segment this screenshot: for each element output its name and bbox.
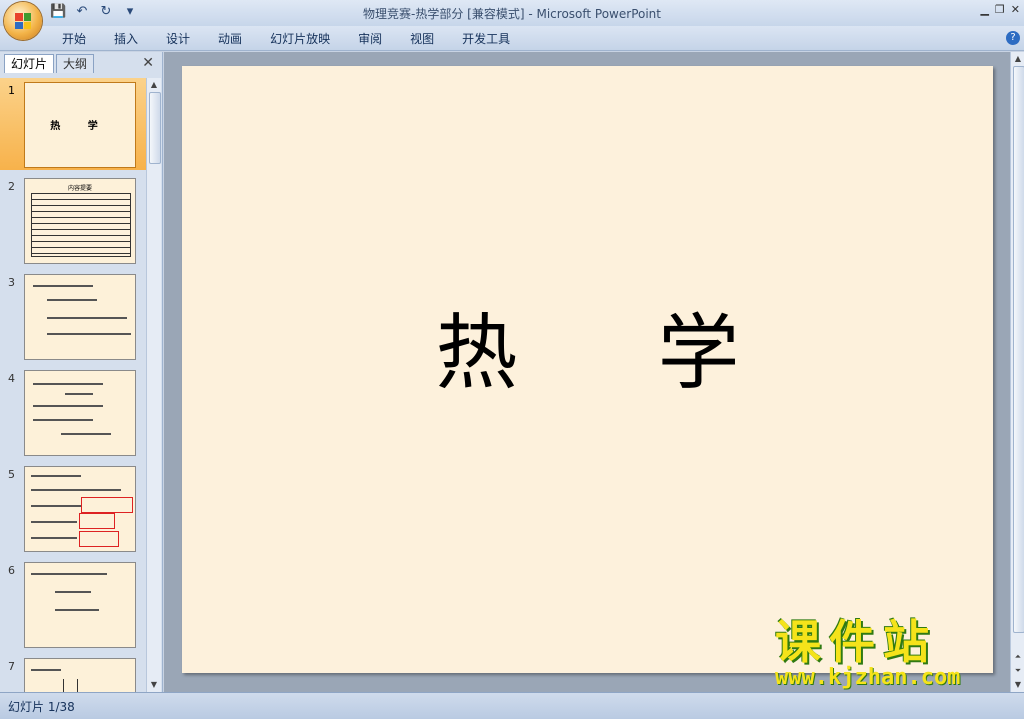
- tab-slides[interactable]: 幻灯片: [4, 54, 55, 73]
- thumbnail-red-box: [79, 513, 115, 529]
- scrollbar-thumb[interactable]: [1013, 66, 1024, 633]
- slide-number: 3: [8, 276, 15, 289]
- slide-counter: 幻灯片 1/38: [8, 700, 75, 714]
- watermark-logo: 课件站 www.kjzhan.com: [775, 618, 1015, 692]
- watermark-url: www.kjzhan.com: [775, 665, 961, 690]
- status-bar: 幻灯片 1/38: [0, 692, 1024, 719]
- tab-review[interactable]: 审阅: [344, 30, 396, 48]
- thumbnail-text-line: [55, 591, 91, 593]
- slide-title[interactable]: 热学: [182, 286, 993, 405]
- slide-thumbnail-4[interactable]: 4: [0, 366, 146, 458]
- thumbnail-text-line: [47, 317, 127, 319]
- slide-number: 7: [8, 660, 15, 673]
- thumbnail-text-line: [55, 609, 99, 611]
- thumbnail-text-line: [31, 573, 107, 575]
- slide-number: 6: [8, 564, 15, 577]
- slide-thumbnail-2[interactable]: 2 内容提要: [0, 174, 146, 266]
- thumbnail-mark: [63, 679, 64, 692]
- thumbnail-text-line: [33, 419, 93, 421]
- thumbnail-text-line: [33, 285, 93, 287]
- tab-developer[interactable]: 开发工具: [448, 30, 524, 48]
- minimize-icon[interactable]: ▁: [980, 3, 988, 16]
- tab-design[interactable]: 设计: [152, 30, 204, 48]
- thumbnail-preview: [24, 658, 136, 692]
- title-bar: 💾 ↶ ↻ ▾ 物理竞赛-热学部分 [兼容模式] - Microsoft Pow…: [0, 0, 1024, 26]
- thumbnail-text-line: [31, 537, 77, 539]
- tab-outline[interactable]: 大纲: [56, 54, 95, 73]
- help-icon[interactable]: ?: [1006, 31, 1020, 45]
- thumbnail-text-line: [31, 489, 121, 491]
- thumbnail-table: [31, 193, 131, 257]
- thumbnail-title: 热 学: [50, 121, 110, 132]
- slide-number: 5: [8, 468, 15, 481]
- thumbnail-title: 内容提要: [67, 185, 92, 192]
- scroll-up-icon[interactable]: ▲: [1013, 54, 1023, 64]
- slide-thumbnail-7[interactable]: 7: [0, 654, 146, 692]
- thumbnail-preview: [24, 562, 136, 648]
- thumbnail-text-line: [61, 433, 111, 435]
- slide-editor: 热学: [164, 52, 1010, 692]
- thumbnail-mark: [77, 679, 78, 692]
- thumbnail-preview: [24, 274, 136, 360]
- ribbon-tabs: 开始 插入 设计 动画 幻灯片放映 审阅 视图 开发工具: [48, 30, 524, 48]
- slide-thumbnail-6[interactable]: 6: [0, 558, 146, 650]
- thumbnail-text-line: [47, 333, 131, 335]
- scroll-up-icon[interactable]: ▲: [149, 80, 159, 90]
- office-logo-icon: [15, 13, 31, 29]
- thumbnail-text-line: [31, 475, 81, 477]
- close-icon[interactable]: ✕: [1011, 3, 1020, 16]
- thumbnail-text-line: [33, 405, 103, 407]
- slides-pane: 幻灯片 大纲 ✕ 1 热 学 2 内容提要 3 4 5 6 7 ▲ ▼: [0, 52, 163, 692]
- tab-insert[interactable]: 插入: [100, 30, 152, 48]
- thumbnail-text-line: [31, 669, 61, 671]
- tab-home[interactable]: 开始: [48, 30, 100, 48]
- scroll-down-icon[interactable]: ▼: [149, 680, 159, 690]
- slide-number: 1: [8, 84, 15, 97]
- thumbnail-text-line: [65, 393, 93, 395]
- thumbnail-preview: 内容提要: [24, 178, 136, 264]
- thumbnail-red-box: [81, 497, 133, 513]
- watermark-text: 课件站: [775, 615, 937, 669]
- restore-icon[interactable]: ❐: [995, 3, 1005, 16]
- slide-canvas[interactable]: 热学: [182, 66, 993, 673]
- thumbnail-red-box: [79, 531, 119, 547]
- scrollbar-thumb[interactable]: [149, 92, 161, 164]
- thumbnail-scrollbar[interactable]: ▲ ▼: [146, 78, 161, 692]
- tab-slideshow[interactable]: 幻灯片放映: [256, 30, 344, 48]
- slide-number: 4: [8, 372, 15, 385]
- thumbnail-preview: [24, 466, 136, 552]
- slide-thumbnail-3[interactable]: 3: [0, 270, 146, 362]
- thumbnail-list: 1 热 学 2 内容提要 3 4 5 6 7: [0, 78, 146, 692]
- office-button[interactable]: [4, 2, 42, 40]
- slide-thumbnail-1[interactable]: 1 热 学: [0, 78, 146, 170]
- pane-tabs: 幻灯片 大纲 ✕: [2, 54, 160, 74]
- thumbnail-text-line: [31, 505, 81, 507]
- tab-animations[interactable]: 动画: [204, 30, 256, 48]
- window-controls: ▁ ❐ ✕: [980, 3, 1020, 16]
- thumbnail-text-line: [33, 383, 103, 385]
- tab-view[interactable]: 视图: [396, 30, 448, 48]
- window-title: 物理竞赛-热学部分 [兼容模式] - Microsoft PowerPoint: [363, 7, 661, 21]
- thumbnail-text-line: [31, 521, 77, 523]
- ribbon: 开始 插入 设计 动画 幻灯片放映 审阅 视图 开发工具 ?: [0, 26, 1024, 51]
- slide-thumbnail-5[interactable]: 5: [0, 462, 146, 554]
- thumbnail-text-line: [47, 299, 97, 301]
- close-pane-icon[interactable]: ✕: [142, 55, 154, 71]
- slide-number: 2: [8, 180, 15, 193]
- thumbnail-preview: 热 学: [24, 82, 136, 168]
- editor-scrollbar[interactable]: ▲ ⏶ ⏷ ▼: [1010, 52, 1024, 692]
- thumbnail-preview: [24, 370, 136, 456]
